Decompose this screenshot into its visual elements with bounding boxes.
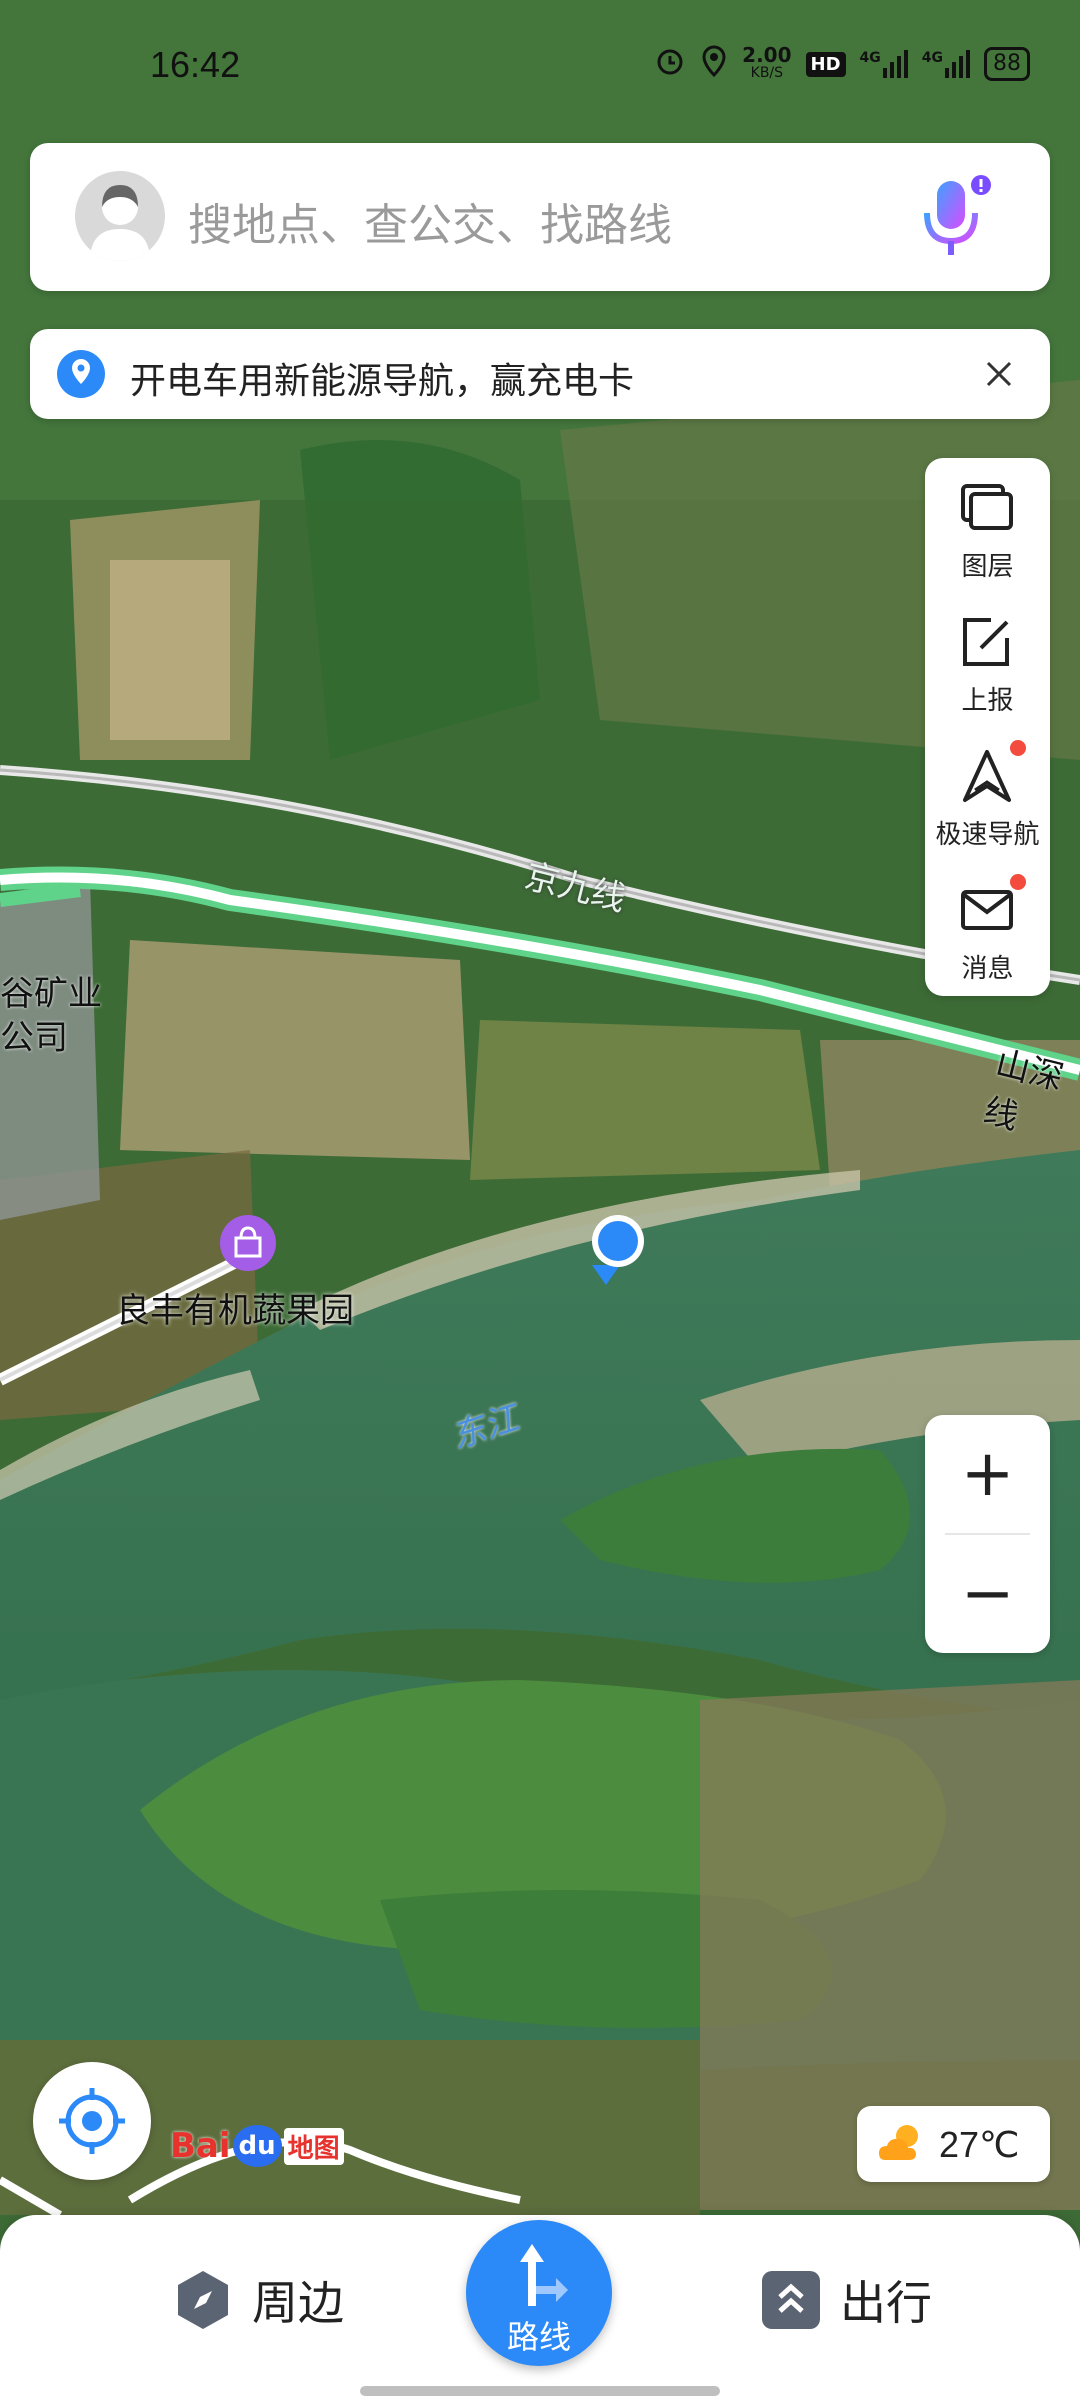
travel-arrows-icon xyxy=(762,2271,820,2329)
signal-bars-icon xyxy=(945,50,970,78)
status-time: 16:42 xyxy=(150,44,241,85)
fast-navigation-label: 极速导航 xyxy=(935,820,1040,850)
map-label-company-line2: 公司 xyxy=(0,1018,68,1058)
net-speed-unit: KB/S xyxy=(750,65,784,81)
signal-sim1: 4G xyxy=(860,50,908,78)
messages-label: 消息 xyxy=(961,954,1014,984)
net-speed-value: 2.00 xyxy=(742,43,792,67)
navigation-arrow-icon xyxy=(963,750,1011,802)
logo-map: 地图 xyxy=(283,2127,344,2165)
report-label: 上报 xyxy=(961,686,1014,716)
search-input[interactable]: 搜地点、查公交、找路线 xyxy=(188,189,672,253)
voice-search-button[interactable] xyxy=(915,175,995,265)
avatar[interactable] xyxy=(75,171,165,261)
notification-dot xyxy=(1010,740,1026,756)
crosshair-icon xyxy=(59,2088,125,2154)
status-bar: 16:42 2.00 KB/S HD 4G 4G 88 xyxy=(0,0,1080,130)
compass-icon xyxy=(178,2271,228,2329)
battery-indicator: 88 xyxy=(984,47,1030,81)
sim2-network-label: 4G xyxy=(921,50,943,66)
weather-temperature: 27℃ xyxy=(939,2124,1020,2165)
map-label-company-line1: 谷矿业 xyxy=(0,974,102,1014)
hd-badge: HD xyxy=(805,51,846,77)
microphone-icon xyxy=(924,175,991,255)
search-bar[interactable]: 搜地点、查公交、找路线 xyxy=(30,143,1050,291)
promo-banner[interactable]: 开电车用新能源导航，赢充电卡 xyxy=(30,329,1050,419)
locate-me-button[interactable] xyxy=(33,2062,151,2180)
net-speed: 2.00 KB/S xyxy=(742,43,792,82)
status-icons: 2.00 KB/S HD 4G 4G 88 xyxy=(654,44,1030,84)
report-button[interactable]: 上报 xyxy=(925,592,1050,724)
home-indicator[interactable] xyxy=(360,2386,720,2396)
route-button[interactable]: 路线 xyxy=(466,2220,612,2366)
alarm-icon xyxy=(654,45,686,83)
poi-shopping-marker[interactable] xyxy=(220,1215,276,1271)
zoom-control: + − xyxy=(925,1415,1050,1653)
layers-label: 图层 xyxy=(961,552,1014,582)
mail-icon xyxy=(961,890,1013,930)
layers-icon xyxy=(961,484,1013,530)
location-icon xyxy=(700,45,728,83)
layers-button[interactable]: 图层 xyxy=(925,458,1050,590)
signal-bars-icon xyxy=(882,50,908,78)
baidu-map-logo: Bai du 地图 xyxy=(170,2116,344,2176)
route-label: 路线 xyxy=(506,2318,571,2356)
banner-text[interactable]: 开电车用新能源导航，赢充电卡 xyxy=(130,352,634,404)
location-pin-icon xyxy=(57,350,105,398)
zoom-in-button[interactable]: + xyxy=(925,1415,1050,1533)
travel-tab[interactable]: 出行 xyxy=(760,2265,932,2335)
fast-navigation-button[interactable]: 极速导航 xyxy=(925,726,1050,858)
sim1-network-label: 4G xyxy=(859,50,881,66)
map-label-company: 谷矿业 公司 xyxy=(0,972,102,1060)
close-icon[interactable] xyxy=(974,349,1024,399)
map-toolbar: 图层 上报 极速导航 消息 xyxy=(925,458,1050,996)
nearby-label: 周边 xyxy=(252,2276,344,2330)
weather-widget[interactable]: 27℃ xyxy=(857,2106,1050,2182)
user-avatar-icon xyxy=(90,185,150,261)
travel-label: 出行 xyxy=(840,2276,932,2330)
cloudy-sun-icon xyxy=(879,2125,918,2160)
route-arrow-icon xyxy=(520,2244,568,2306)
signal-sim2: 4G xyxy=(922,50,970,78)
notification-dot xyxy=(1010,874,1026,890)
map-label-poi[interactable]: 良丰有机蔬果园 xyxy=(116,1283,354,1332)
report-edit-icon xyxy=(963,618,1009,666)
zoom-out-button[interactable]: − xyxy=(925,1535,1050,1653)
logo-du: du xyxy=(232,2125,282,2167)
messages-button[interactable]: 消息 xyxy=(925,860,1050,992)
nearby-tab[interactable]: 周边 xyxy=(172,2265,344,2335)
logo-bai: Bai xyxy=(170,2126,231,2166)
